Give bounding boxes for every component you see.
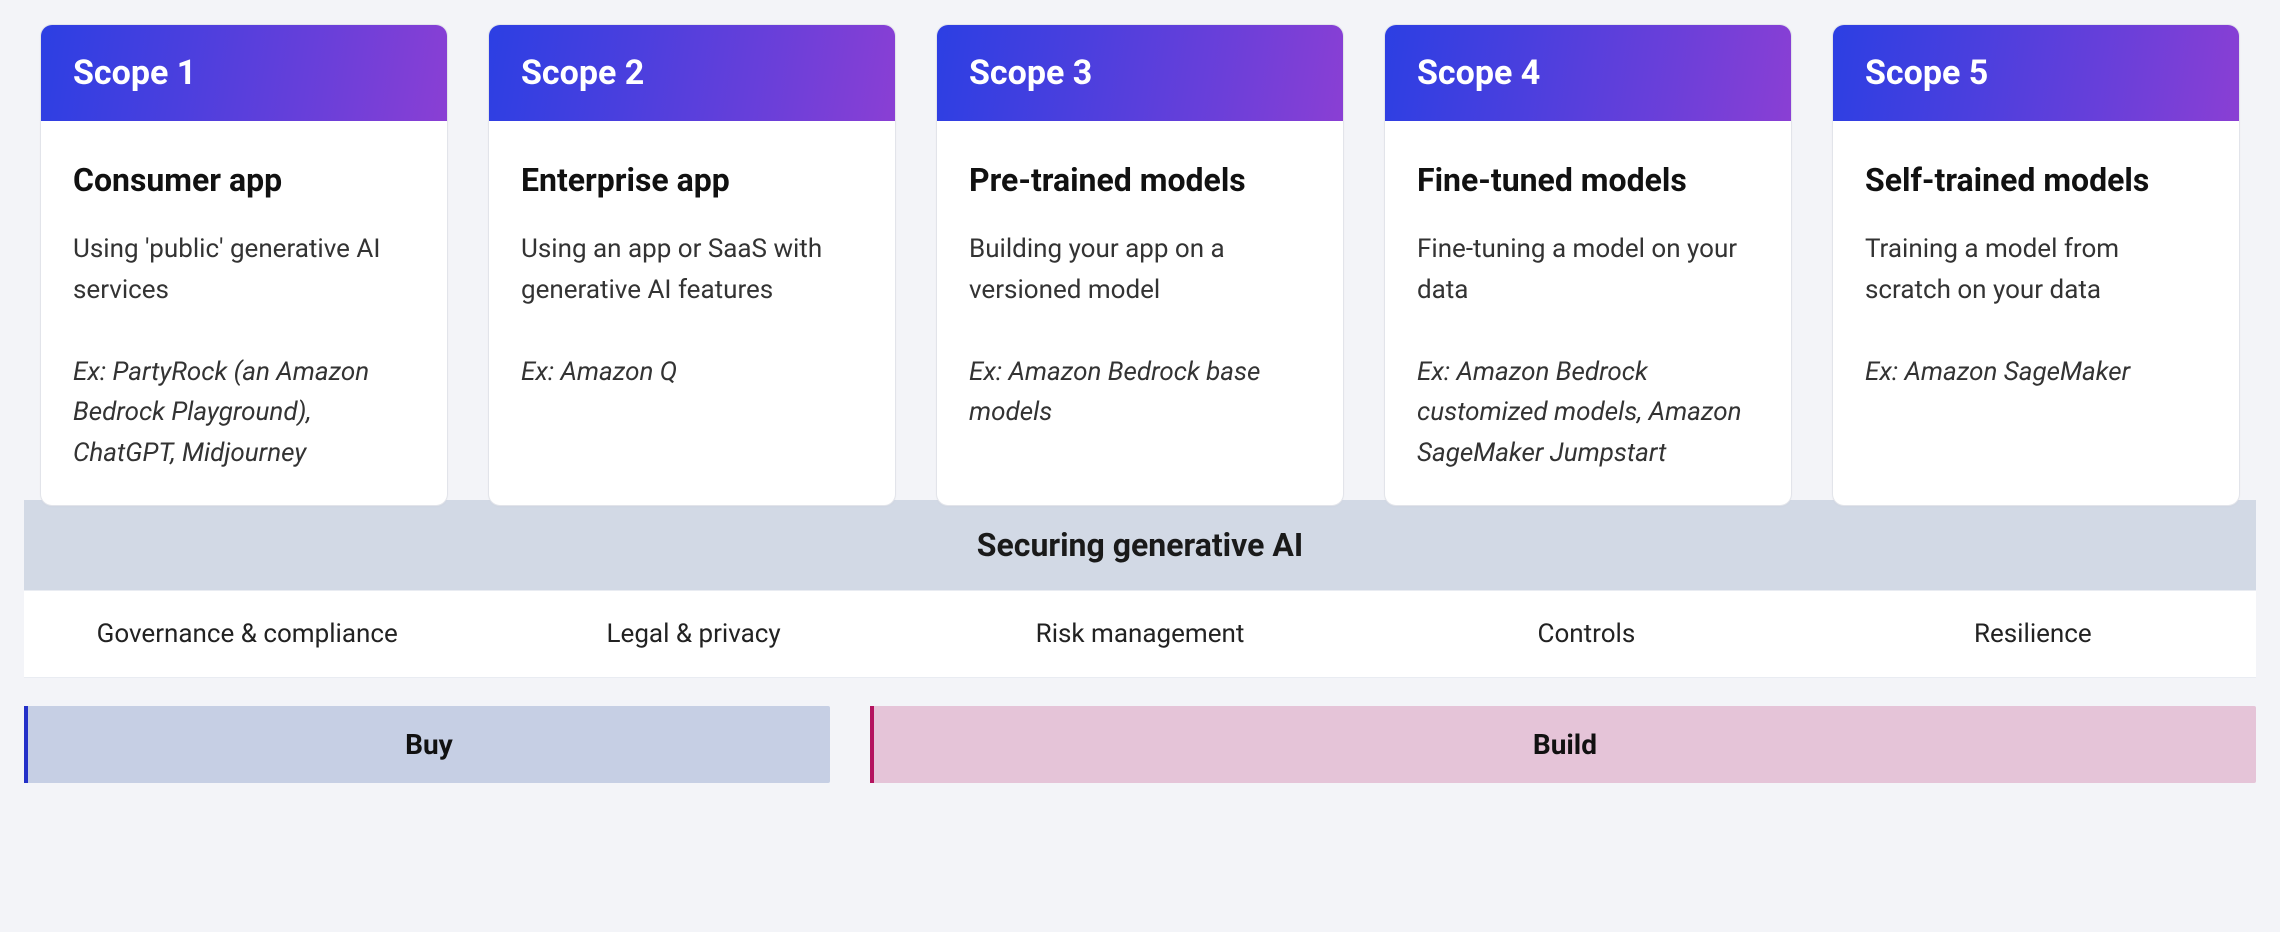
scope-card-body: Enterprise app Using an app or SaaS with… — [489, 121, 895, 505]
scope-card-header: Scope 5 — [1833, 25, 2239, 121]
scope-card-desc: Building your app on a versioned model — [969, 229, 1311, 310]
diagram-root: Scope 1 Consumer app Using 'public' gene… — [24, 24, 2256, 783]
scope-card-example: Ex: Amazon Q — [521, 352, 863, 392]
pillar-controls: Controls — [1363, 591, 1809, 677]
scope-card-example: Ex: Amazon SageMaker — [1865, 352, 2207, 392]
scope-cards-row: Scope 1 Consumer app Using 'public' gene… — [24, 24, 2256, 506]
scope-card-1: Scope 1 Consumer app Using 'public' gene… — [40, 24, 448, 506]
scope-card-desc: Fine-tuning a model on your data — [1417, 229, 1759, 310]
scope-card-title: Fine-tuned models — [1417, 161, 1759, 199]
scope-card-body: Fine-tuned models Fine-tuning a model on… — [1385, 121, 1791, 505]
scope-card-title: Enterprise app — [521, 161, 863, 199]
scope-card-2: Scope 2 Enterprise app Using an app or S… — [488, 24, 896, 506]
buy-build-row: Buy Build — [24, 706, 2256, 783]
scope-card-desc: Using an app or SaaS with generative AI … — [521, 229, 863, 310]
scope-card-example: Ex: PartyRock (an Amazon Bedrock Playgro… — [73, 352, 415, 473]
scope-card-example: Ex: Amazon Bedrock base models — [969, 352, 1311, 433]
scope-card-title: Self-trained models — [1865, 161, 2207, 199]
pillars-row: Governance & compliance Legal & privacy … — [24, 590, 2256, 678]
build-category-bar: Build — [870, 706, 2256, 783]
pillar-legal: Legal & privacy — [470, 591, 916, 677]
scope-card-example: Ex: Amazon Bedrock customized models, Am… — [1417, 352, 1759, 473]
scope-card-desc: Training a model from scratch on your da… — [1865, 229, 2207, 310]
buy-category-bar: Buy — [24, 706, 830, 783]
spacing — [24, 678, 2256, 706]
scope-card-body: Pre-trained models Building your app on … — [937, 121, 1343, 505]
scope-card-title: Pre-trained models — [969, 161, 1311, 199]
scope-card-desc: Using 'public' generative AI services — [73, 229, 415, 310]
pillar-governance: Governance & compliance — [24, 591, 470, 677]
scope-card-header: Scope 1 — [41, 25, 447, 121]
scope-card-header: Scope 2 — [489, 25, 895, 121]
pillar-risk: Risk management — [917, 591, 1363, 677]
securing-title-band: Securing generative AI — [24, 500, 2256, 590]
scope-card-title: Consumer app — [73, 161, 415, 199]
scope-card-4: Scope 4 Fine-tuned models Fine-tuning a … — [1384, 24, 1792, 506]
scope-card-header: Scope 4 — [1385, 25, 1791, 121]
scope-card-body: Consumer app Using 'public' generative A… — [41, 121, 447, 505]
scope-card-header: Scope 3 — [937, 25, 1343, 121]
scope-card-3: Scope 3 Pre-trained models Building your… — [936, 24, 1344, 506]
scope-card-5: Scope 5 Self-trained models Training a m… — [1832, 24, 2240, 506]
pillar-resilience: Resilience — [1810, 591, 2256, 677]
scope-card-body: Self-trained models Training a model fro… — [1833, 121, 2239, 505]
